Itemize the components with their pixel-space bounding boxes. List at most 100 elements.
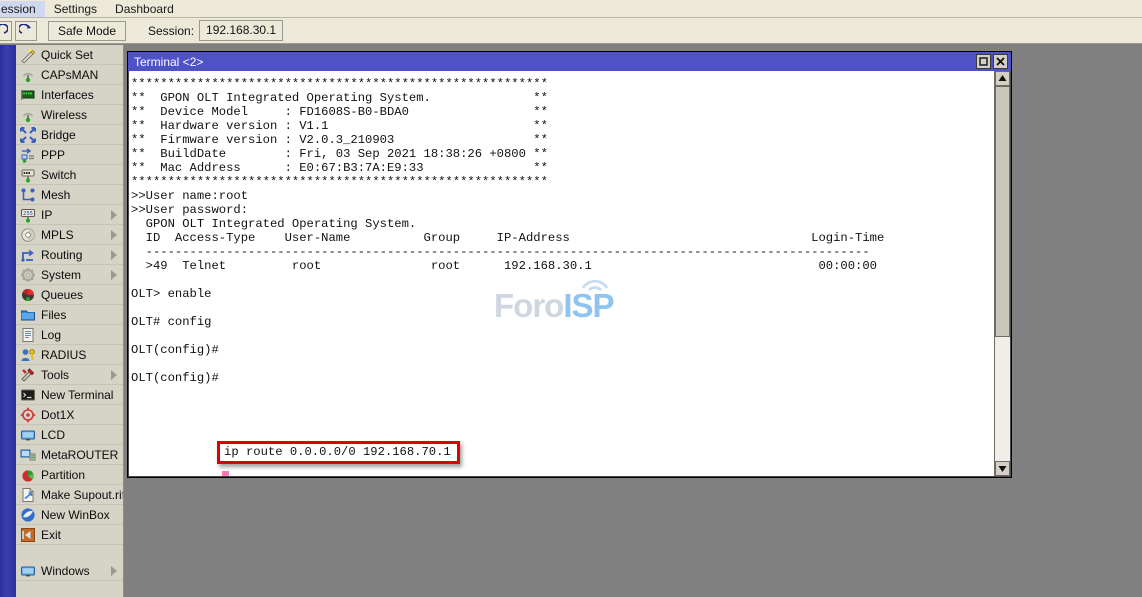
sidebar-item-switch[interactable]: Switch	[16, 165, 123, 185]
sidebar-item-mesh[interactable]: Mesh	[16, 185, 123, 205]
terminal-body: ****************************************…	[128, 71, 1011, 477]
sidebar-item-files[interactable]: Files	[16, 305, 123, 325]
sidebar-item-label: IP	[41, 208, 52, 222]
sidebar-item-label: Interfaces	[41, 88, 94, 102]
sidebar-item-label: Bridge	[41, 128, 76, 142]
toolbar: Safe Mode Session: 192.168.30.1	[0, 18, 1142, 44]
terminal-cursor	[222, 471, 229, 476]
chevron-right-icon	[111, 250, 117, 260]
sidebar-item-mpls[interactable]: MPLS	[16, 225, 123, 245]
terminal-blank-4	[131, 273, 994, 287]
sidebar-item-label: PPP	[41, 148, 65, 162]
sidebar-item-new-terminal[interactable]: New Terminal	[16, 385, 123, 405]
sidebar-item-label: CAPsMAN	[41, 68, 98, 82]
sidebar-item-system[interactable]: System	[16, 265, 123, 285]
sidebar-item-label: Log	[41, 328, 61, 342]
sidebar-item-quick-set[interactable]: Quick Set	[16, 45, 123, 65]
sidebar-item-interfaces[interactable]: Interfaces	[16, 85, 123, 105]
bridge-icon	[20, 127, 36, 143]
chevron-right-icon	[111, 370, 117, 380]
safe-mode-button[interactable]: Safe Mode	[48, 21, 126, 41]
winbox-side-strip: WinBox	[0, 45, 16, 597]
monitor-icon	[20, 563, 36, 579]
sidebar-item-label: Make Supout.rif	[41, 488, 124, 502]
partition-icon	[20, 467, 36, 483]
sidebar-item-capsman[interactable]: CAPsMAN	[16, 65, 123, 85]
sidebar-item-label: Partition	[41, 468, 85, 482]
mpls-icon	[20, 227, 36, 243]
chevron-right-icon	[111, 210, 117, 220]
session-label: Session:	[148, 24, 194, 38]
sidebar-item-queues[interactable]: Queues	[16, 285, 123, 305]
sidebar-item-routing[interactable]: Routing	[16, 245, 123, 265]
sidebar-separator	[16, 545, 123, 561]
terminal-output[interactable]: ****************************************…	[129, 71, 994, 476]
sidebar-item-radius[interactable]: RADIUS	[16, 345, 123, 365]
scroll-up-arrow-icon[interactable]	[995, 71, 1010, 86]
sidebar-item-label: Quick Set	[41, 48, 93, 62]
scrollbar-thumb[interactable]	[995, 86, 1010, 337]
switch-icon	[20, 167, 36, 183]
monitor-icon	[20, 427, 36, 443]
menu-dashboard[interactable]: Dashboard	[106, 1, 183, 17]
close-icon[interactable]	[993, 54, 1008, 69]
sidebar-item-ip[interactable]: 255 IP	[16, 205, 123, 225]
log-icon	[20, 327, 36, 343]
sidebar-item-log[interactable]: Log	[16, 325, 123, 345]
session-value-field[interactable]: 192.168.30.1	[199, 20, 283, 41]
exit-icon	[20, 527, 36, 543]
sidebar-item-windows[interactable]: Windows	[16, 561, 123, 581]
sidebar-item-label: Tools	[41, 368, 69, 382]
sidebar-item-label: MPLS	[41, 228, 74, 242]
terminal-login: >>User name:root >>User password:	[131, 189, 994, 217]
terminal-window: Terminal <2> ***************************…	[127, 51, 1012, 478]
sidebar-item-lcd[interactable]: LCD	[16, 425, 123, 445]
sidebar-item-exit[interactable]: Exit	[16, 525, 123, 545]
sidebar-item-make-supout-rif[interactable]: Make Supout.rif	[16, 485, 123, 505]
menu-bar: ession Settings Dashboard	[0, 0, 1142, 18]
sidebar-item-label: System	[41, 268, 81, 282]
sidebar-item-bridge[interactable]: Bridge	[16, 125, 123, 145]
metarouter-icon	[20, 447, 36, 463]
sidebar-item-label: Switch	[41, 168, 76, 182]
sidebar-item-label: Queues	[41, 288, 83, 302]
menu-session[interactable]: ession	[0, 1, 45, 17]
highlighted-command-text: ip route 0.0.0.0/0 192.168.70.1	[224, 445, 451, 459]
undo-arrow-icon[interactable]	[0, 21, 12, 41]
redo-arrow-icon[interactable]	[15, 21, 37, 41]
antenna-icon	[20, 67, 36, 83]
menu-settings[interactable]: Settings	[45, 1, 106, 17]
sidebar-item-label: Wireless	[41, 108, 87, 122]
terminal-titlebar[interactable]: Terminal <2>	[128, 52, 1011, 71]
sidebar-item-label: MetaROUTER	[41, 448, 118, 462]
maximize-icon[interactable]	[976, 54, 991, 69]
mesh-icon	[20, 187, 36, 203]
ppp-icon	[20, 147, 36, 163]
scrollbar-track[interactable]	[995, 86, 1010, 461]
sidebar-item-dot1x[interactable]: Dot1X	[16, 405, 123, 425]
sidebar-item-tools[interactable]: Tools	[16, 365, 123, 385]
terminal-scrollbar[interactable]	[994, 71, 1010, 476]
sidebar-item-new-winbox[interactable]: New WinBox	[16, 505, 123, 525]
chevron-right-icon	[111, 270, 117, 280]
scroll-down-arrow-icon[interactable]	[995, 461, 1010, 476]
sidebar-item-partition[interactable]: Partition	[16, 465, 123, 485]
sidebar-item-ppp[interactable]: PPP	[16, 145, 123, 165]
terminal-session-table: ID Access-Type User-Name Group IP-Addres…	[131, 231, 994, 273]
sidebar-item-wireless[interactable]: Wireless	[16, 105, 123, 125]
sidebar-item-metarouter[interactable]: MetaROUTER	[16, 445, 123, 465]
terminal-session-header: GPON OLT Integrated Operating System.	[131, 217, 994, 231]
sidebar-item-label: New Terminal	[41, 388, 113, 402]
dot1x-icon	[20, 407, 36, 423]
sidebar-item-label: Files	[41, 308, 66, 322]
antenna-icon	[20, 107, 36, 123]
winbox-icon	[20, 507, 36, 523]
queues-icon	[20, 287, 36, 303]
tools-icon	[20, 367, 36, 383]
radius-key-icon	[20, 347, 36, 363]
wand-icon	[20, 47, 36, 63]
sidebar-menu: Quick Set CAPsMAN Interfaces Wireless Bridge…	[16, 45, 124, 597]
svg-text:255: 255	[23, 211, 33, 217]
sidebar-item-label: Mesh	[41, 188, 70, 202]
sidebar-item-label: Routing	[41, 248, 82, 262]
